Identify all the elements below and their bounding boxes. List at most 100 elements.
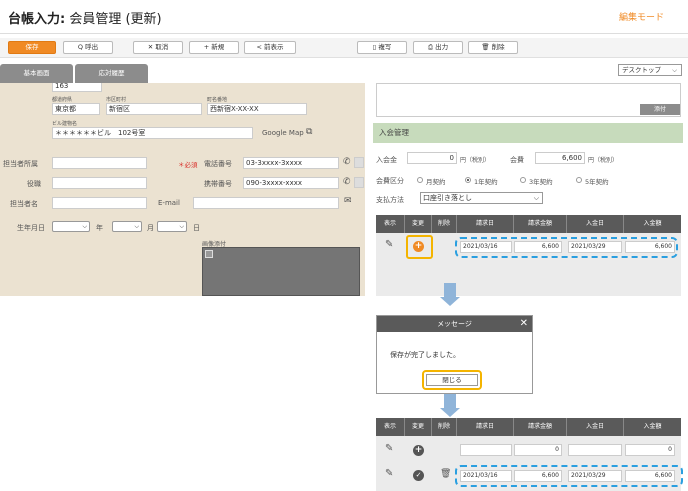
required-mark: ＊必須 (178, 161, 198, 169)
pay-date-field-empty[interactable] (568, 444, 622, 456)
tab-response[interactable]: 応対履歴 (75, 64, 148, 83)
col-bill-amount: 請求金額 (514, 418, 567, 436)
birth-year-select[interactable]: ⌵ (52, 221, 90, 232)
fee-type-label-1: 1年契約 (474, 178, 498, 186)
print-button[interactable]: ⎙ 出力 (413, 41, 463, 54)
person-label: 担当者名 (10, 200, 38, 208)
bill-amount-field[interactable]: 6,600 (514, 470, 562, 482)
attach-button[interactable]: 添付 (640, 104, 680, 115)
person-field[interactable] (52, 197, 147, 209)
fee-type-radio-3year[interactable] (520, 177, 526, 183)
annual-fee-unit: 円（税別） (588, 157, 619, 164)
mobile-field[interactable]: 090-3xxxx-xxxx (243, 177, 339, 189)
col-bill-date: 請求日 (457, 215, 514, 233)
col-show: 表示 (376, 215, 405, 233)
billing-grid-header: 表示 変更 削除 請求日 請求金額 入金日 入金額 (376, 215, 681, 233)
pay-amount-field-empty[interactable]: 0 (625, 444, 675, 456)
close-icon[interactable]: ✕ (520, 316, 528, 332)
town-field[interactable]: 西新宿X-XX-XX (207, 103, 307, 115)
dept-label: 担当者所属 (3, 160, 38, 168)
fee-type-label-3: 5年契約 (585, 178, 609, 186)
basic-form: 163 都道府県 東京都 市区町村 新宿区 町名番地 西新宿X-XX-XX ビル… (0, 83, 365, 296)
pencil-icon[interactable]: ✎ (385, 468, 393, 479)
col-pay-date: 入金日 (567, 418, 624, 436)
trash-icon[interactable]: 🗑 (440, 469, 451, 479)
mode-indicator: 編集モード (619, 13, 665, 23)
add-icon[interactable]: + (413, 445, 424, 456)
copy-button[interactable]: ▯ 複写 (357, 41, 407, 54)
phone-icon[interactable]: ✆ (343, 157, 351, 167)
year-label: 年 (96, 224, 103, 232)
pref-label: 都道府県 (52, 97, 73, 103)
new-button[interactable]: + 新規 (189, 41, 239, 54)
google-map-link[interactable]: Google Map (262, 129, 304, 137)
chevron-down-icon: ⌵ (533, 194, 539, 202)
close-button[interactable]: 閉じる (426, 374, 478, 386)
view-select[interactable]: デスクトップ ⌵ (618, 64, 682, 76)
mail-icon[interactable]: ✉ (344, 196, 352, 206)
delete-button[interactable]: 🗑 削除 (468, 41, 518, 54)
image-placeholder-icon (205, 250, 213, 258)
bill-date-field[interactable]: 2021/03/16 (460, 241, 512, 253)
birth-day-select[interactable]: ⌵ (157, 221, 187, 232)
add-icon[interactable]: + (413, 241, 424, 252)
birth-label: 生年月日 (17, 224, 45, 232)
pencil-icon[interactable]: ✎ (385, 443, 393, 454)
external-link-icon[interactable]: ⧉ (306, 127, 312, 137)
town-label: 町名番地 (207, 97, 228, 103)
join-fee-unit: 円（税別） (460, 157, 491, 164)
toolbar: 保存 Q 呼出 ✕ 取消 + 新規 < 前表示 ▯ 複写 ⎙ 出力 🗑 削除 (0, 38, 688, 58)
pay-method-select[interactable]: 口座引き落とし ⌵ (420, 192, 543, 204)
fee-type-radio-1year[interactable] (465, 177, 471, 183)
save-button[interactable]: 保存 (8, 41, 56, 54)
notes-textarea[interactable] (376, 83, 681, 117)
bill-amount-field[interactable]: 6,600 (514, 241, 562, 253)
tel-label: 電話番号 (204, 160, 232, 168)
check-icon[interactable]: ✓ (413, 470, 424, 481)
annual-fee-field[interactable]: 6,600 (535, 152, 585, 164)
join-fee-label: 入会金 (376, 156, 397, 164)
col-bill-date: 請求日 (457, 418, 514, 436)
mobile-label: 携帯番号 (204, 180, 232, 188)
image-attachment-area[interactable] (202, 247, 360, 296)
call-button[interactable]: Q 呼出 (63, 41, 113, 54)
message-dialog: メッセージ ✕ 保存が完了しました。 閉じる (376, 315, 533, 394)
memo-icon[interactable] (354, 157, 364, 168)
bldg-field[interactable]: ＊＊＊＊＊＊ビル 102号室 (52, 127, 253, 139)
pref-field[interactable]: 東京都 (52, 103, 100, 115)
dept-field[interactable] (52, 157, 147, 169)
fee-type-label-2: 3年契約 (529, 178, 553, 186)
zip-field[interactable]: 163 (52, 83, 102, 92)
pencil-icon[interactable]: ✎ (385, 239, 393, 250)
fee-type-radio-5year[interactable] (576, 177, 582, 183)
tab-basic[interactable]: 基本画面 (0, 64, 73, 83)
billing-grid-header-after: 表示 変更 削除 請求日 請求金額 入金日 入金額 (376, 418, 681, 436)
cancel-button[interactable]: ✕ 取消 (133, 41, 183, 54)
phone-icon[interactable]: ✆ (343, 177, 351, 187)
col-pay-date: 入金日 (567, 215, 624, 233)
email-field[interactable] (193, 197, 339, 209)
day-label: 日 (193, 224, 200, 232)
bill-date-field[interactable]: 2021/03/16 (460, 470, 512, 482)
bill-date-field-empty[interactable] (460, 444, 512, 456)
fee-type-radio-monthly[interactable] (417, 177, 423, 183)
join-fee-field[interactable]: 0 (407, 152, 457, 164)
tel-field[interactable]: 03-3xxxx-3xxxx (243, 157, 339, 169)
pay-date-field[interactable]: 2021/03/29 (568, 470, 622, 482)
section-membership-title: 入会管理 (373, 123, 683, 143)
pay-amount-field[interactable]: 6,600 (625, 470, 675, 482)
pay-date-field[interactable]: 2021/03/29 (568, 241, 622, 253)
fee-type-label-0: 月契約 (426, 178, 446, 186)
prev-button[interactable]: < 前表示 (244, 41, 296, 54)
tab-bar: 基本画面 応対履歴 (0, 61, 688, 83)
title-label: 役職 (27, 180, 41, 188)
city-field[interactable]: 新宿区 (106, 103, 202, 115)
title-field[interactable] (52, 177, 147, 189)
fee-type-label: 会費区分 (376, 177, 404, 185)
birth-month-select[interactable]: ⌵ (112, 221, 142, 232)
bill-amount-field-empty[interactable]: 0 (514, 444, 562, 456)
memo-icon[interactable] (354, 177, 364, 188)
dialog-message: 保存が完了しました。 (390, 351, 460, 359)
pay-amount-field[interactable]: 6,600 (625, 241, 675, 253)
col-pay-amount: 入金額 (643, 220, 662, 227)
